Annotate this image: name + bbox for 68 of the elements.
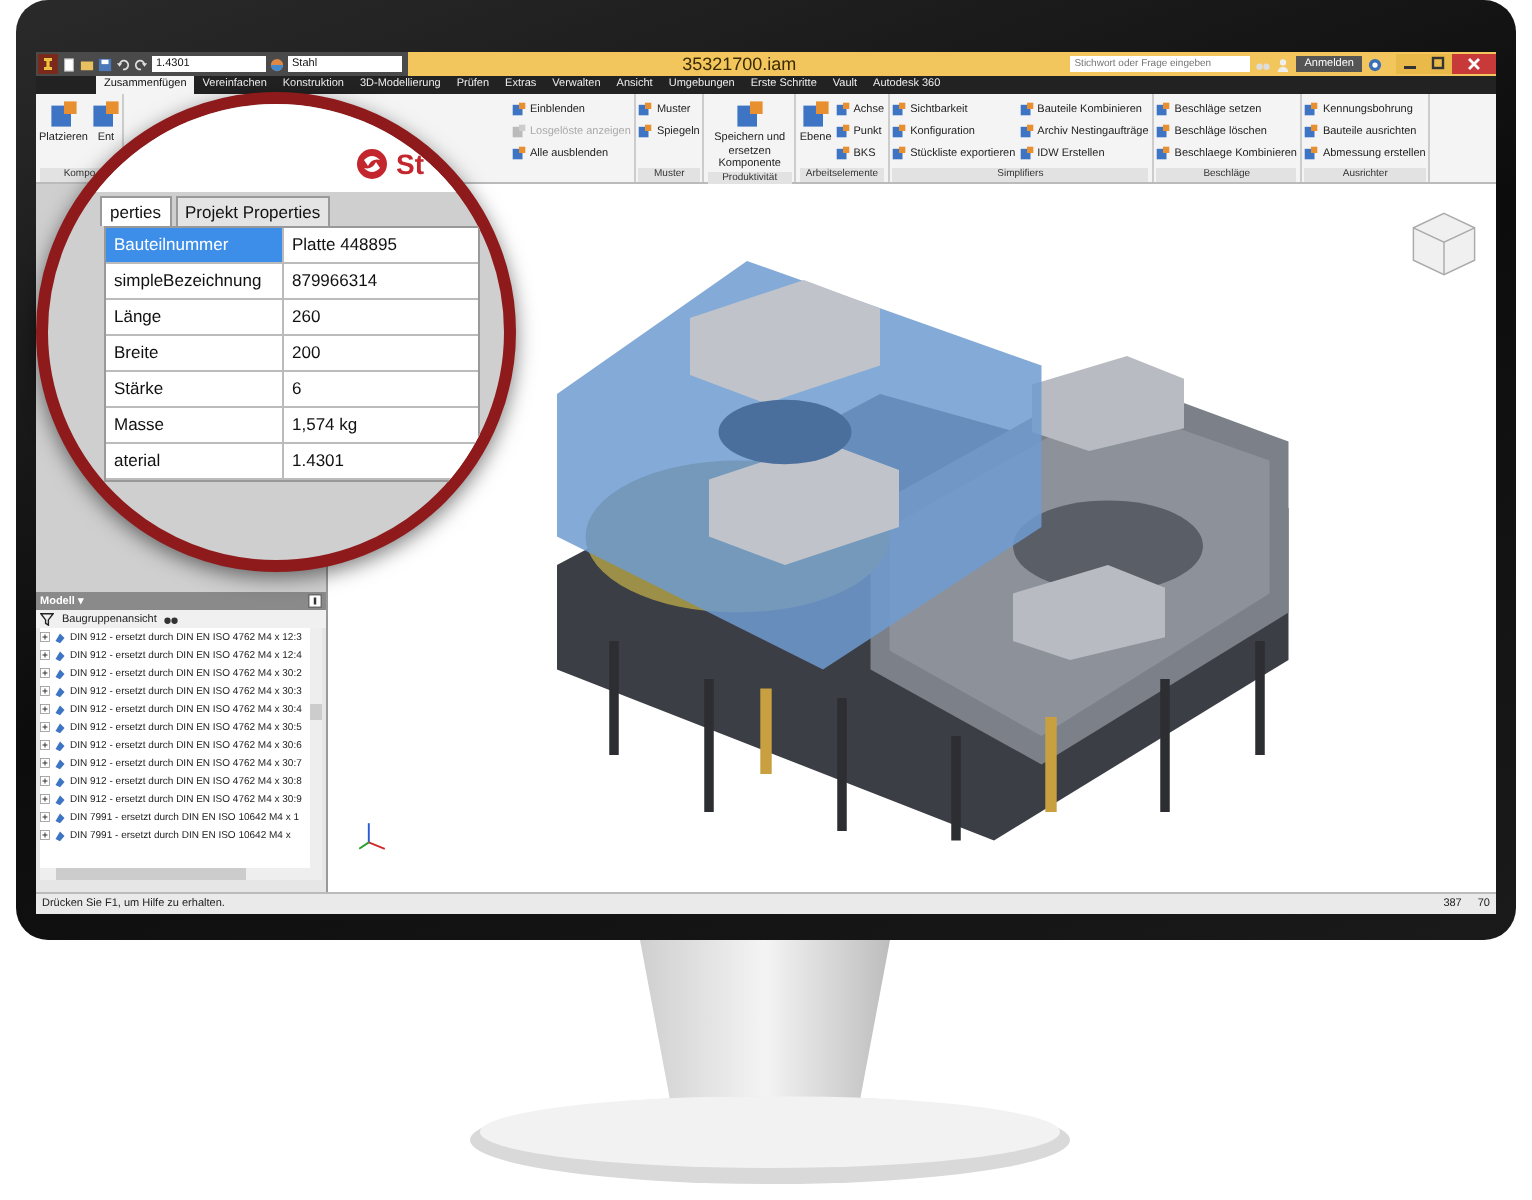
property-name-cell[interactable]: Breite — [106, 336, 284, 370]
color-sphere-icon[interactable] — [270, 57, 284, 71]
block-icon — [49, 100, 78, 128]
block-icon — [91, 100, 120, 128]
block-icon — [1019, 124, 1034, 138]
expand-icon[interactable] — [40, 812, 50, 822]
expand-icon[interactable] — [40, 686, 50, 696]
expand-icon[interactable] — [40, 830, 50, 840]
expand-icon[interactable] — [40, 776, 50, 786]
block-icon — [835, 102, 850, 116]
block-icon — [638, 124, 653, 138]
window-title: 35321700.iam — [680, 54, 799, 74]
undo-icon[interactable] — [116, 57, 130, 71]
properties-tab[interactable]: Projekt Properties — [175, 196, 331, 226]
property-value-cell-text: 879966314 — [290, 268, 380, 294]
block-icon — [835, 146, 850, 160]
property-value-cell-text: 1,574 kg — [290, 412, 360, 438]
binoculars-icon[interactable] — [164, 612, 179, 626]
block-icon — [892, 102, 907, 116]
block-icon — [1304, 124, 1319, 138]
property-value-cell-text: 1.4301 — [290, 448, 346, 474]
block-icon — [735, 100, 764, 128]
property-name-cell[interactable]: simpleBezeichnung — [106, 264, 284, 298]
block-icon — [511, 146, 526, 160]
new-file-icon[interactable] — [62, 57, 76, 71]
property-value-cell-text: 200 — [290, 340, 323, 366]
scrollbar[interactable] — [40, 868, 322, 880]
expand-icon[interactable] — [40, 740, 50, 750]
property-value-cell-text: Platte 448895 — [290, 232, 399, 258]
block-icon — [1156, 102, 1171, 116]
block-icon — [1304, 146, 1319, 160]
block-icon — [1304, 102, 1319, 116]
save-icon[interactable] — [98, 57, 112, 71]
minimize-button[interactable] — [1396, 54, 1424, 74]
block-icon — [1156, 124, 1171, 138]
block-icon — [892, 146, 907, 160]
logo-text: St — [396, 148, 424, 180]
property-name-cell[interactable]: Stärke — [106, 372, 284, 406]
expand-icon[interactable] — [40, 794, 50, 804]
expand-icon[interactable] — [40, 758, 50, 768]
block-icon — [1019, 146, 1034, 160]
folder-icon[interactable] — [80, 57, 94, 71]
expand-icon[interactable] — [40, 632, 50, 642]
property-name-cell[interactable]: aterial — [106, 444, 284, 478]
block-icon — [835, 124, 850, 138]
filter-icon[interactable] — [40, 612, 54, 626]
maximize-button[interactable] — [1424, 54, 1452, 74]
expand-icon[interactable] — [40, 704, 50, 714]
redo-icon[interactable] — [134, 57, 148, 71]
properties-tab[interactable]: perties — [100, 196, 172, 226]
block-icon — [1019, 102, 1034, 116]
expand-icon[interactable] — [40, 722, 50, 732]
property-name-cell[interactable]: Masse — [106, 408, 284, 442]
property-value-cell-text: 6 — [290, 376, 304, 402]
axis-triad-icon — [356, 820, 388, 852]
app-icon[interactable] — [38, 54, 58, 74]
block-icon — [892, 124, 907, 138]
block-icon — [511, 102, 526, 116]
property-value-cell-text: 260 — [290, 304, 323, 330]
expand-icon[interactable] — [40, 668, 50, 678]
block-icon — [511, 124, 526, 138]
logo-icon — [356, 148, 388, 180]
close-button[interactable] — [1452, 54, 1496, 74]
block-icon — [801, 100, 830, 128]
block-icon — [1156, 146, 1171, 160]
block-icon — [638, 102, 653, 116]
expand-icon[interactable] — [40, 650, 50, 660]
property-name-cell[interactable]: Länge — [106, 300, 284, 334]
